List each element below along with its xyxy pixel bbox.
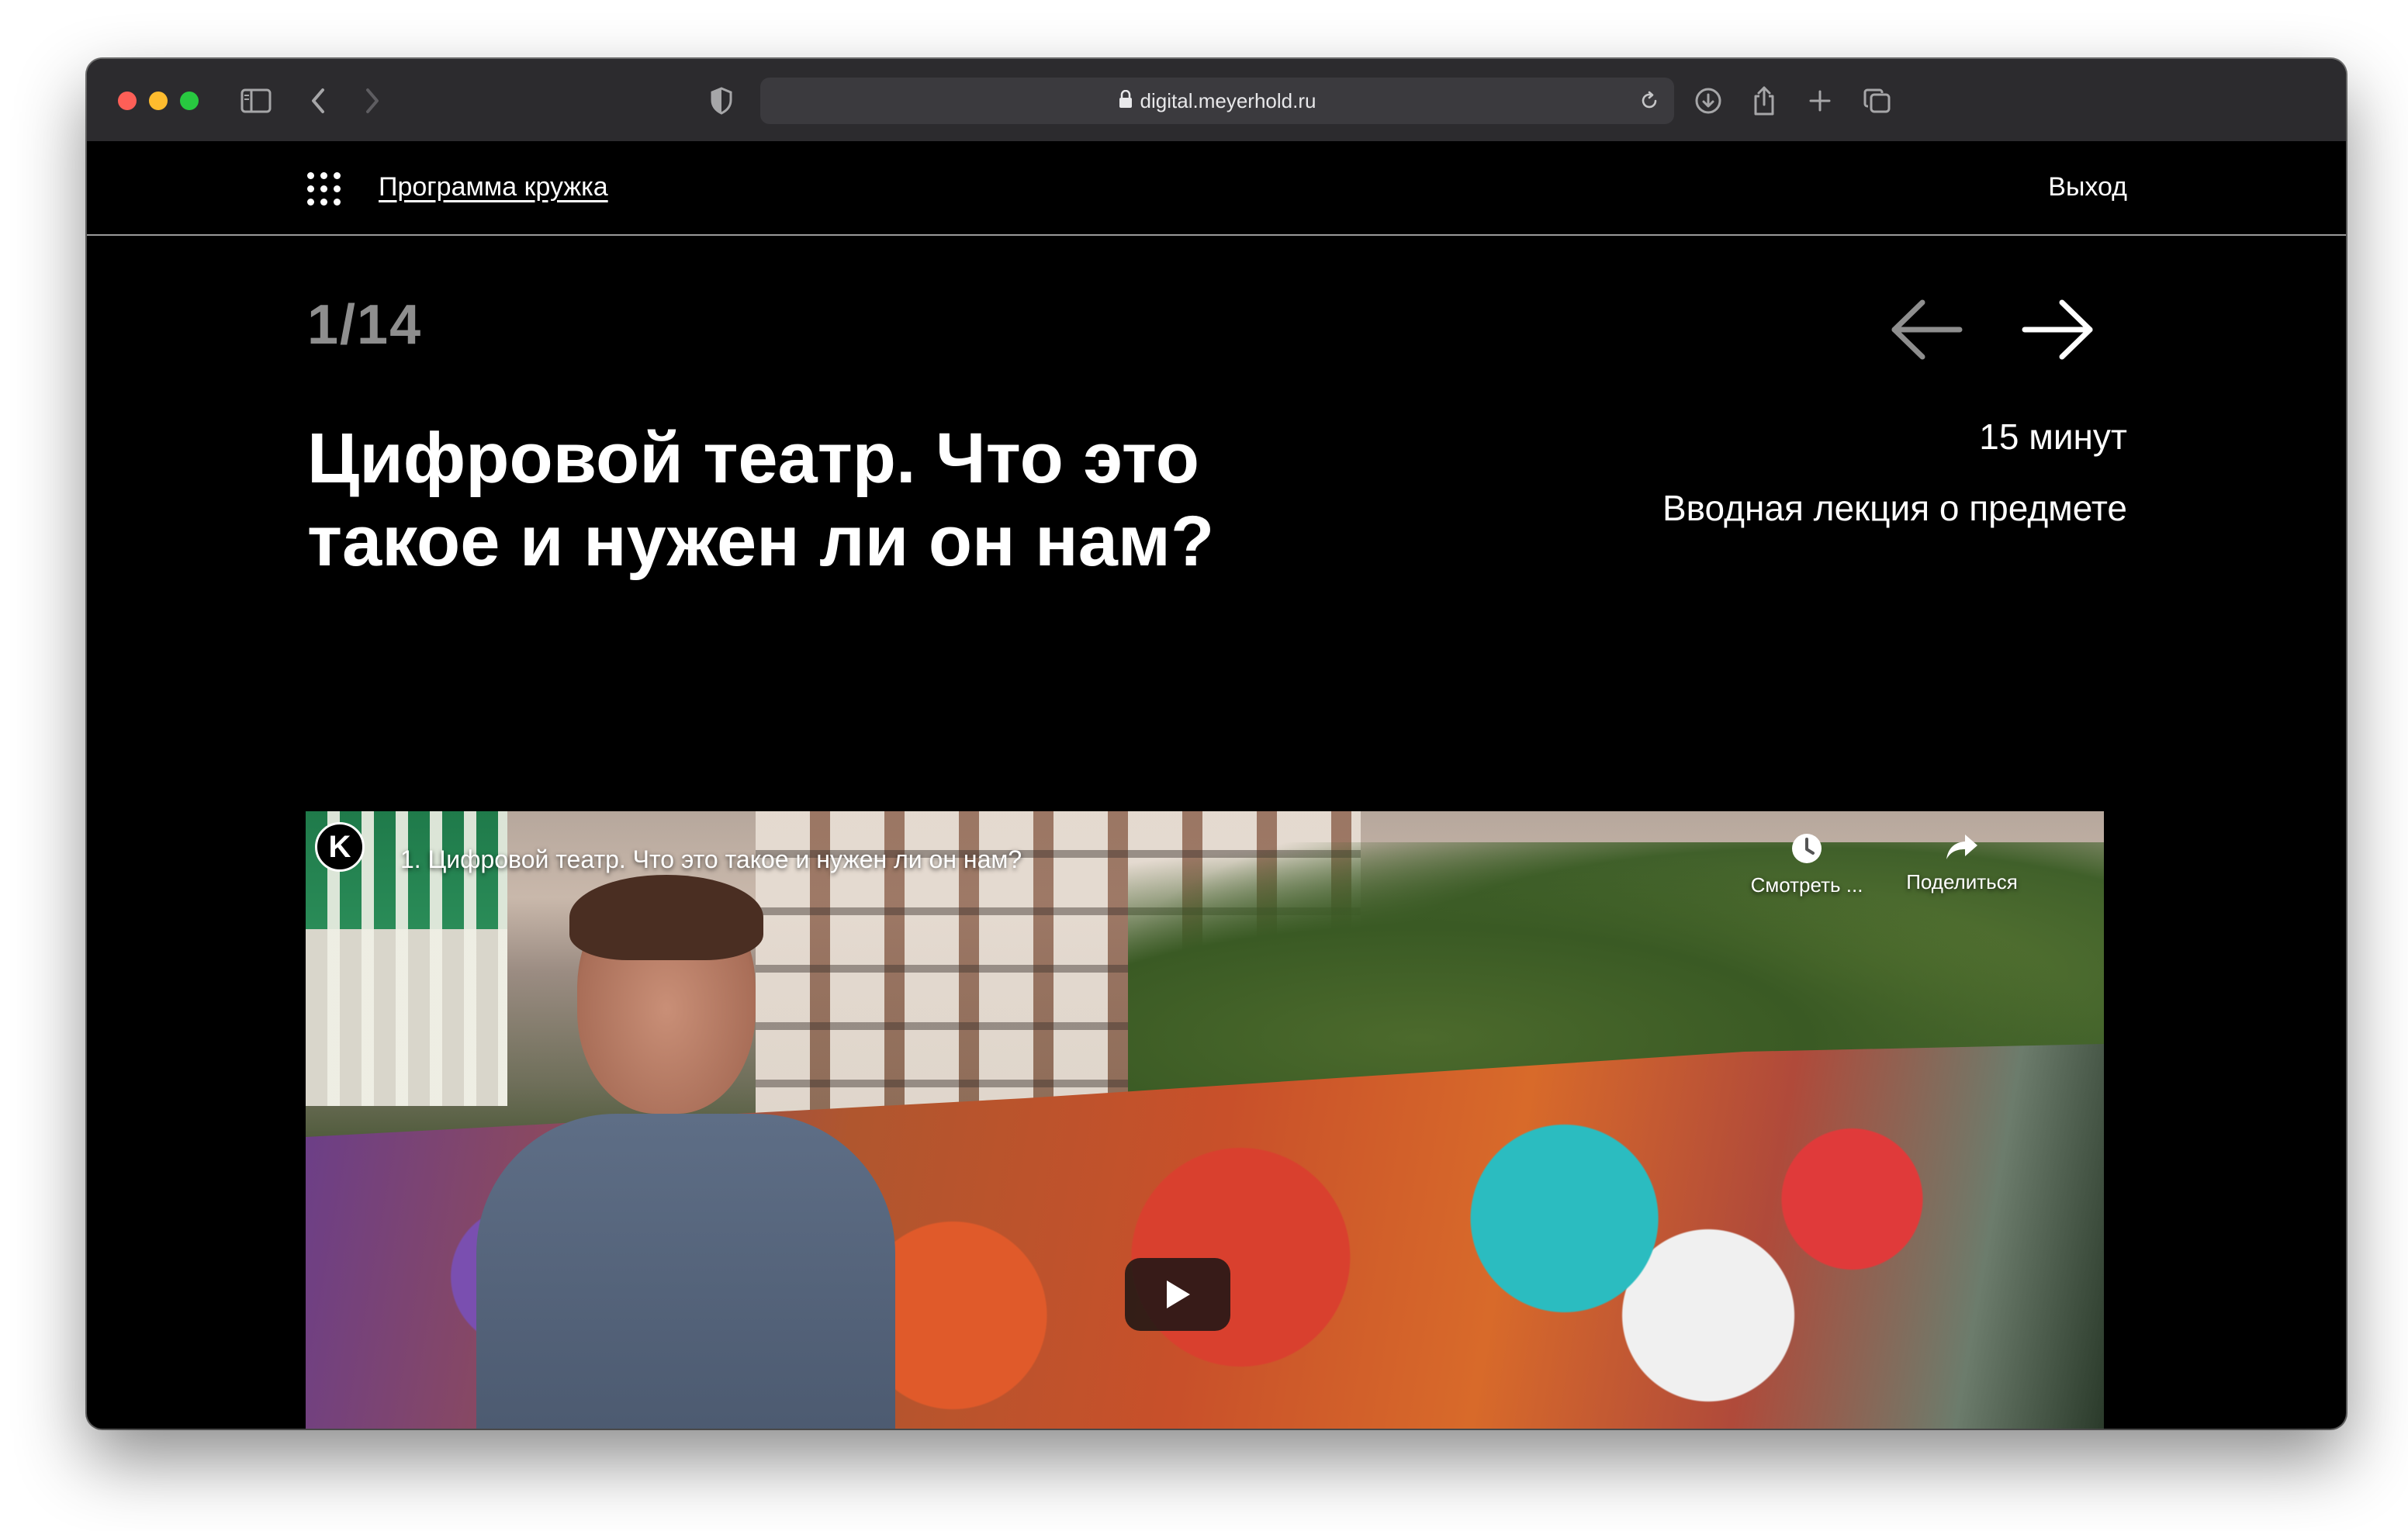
play-icon bbox=[1167, 1280, 1190, 1308]
program-link[interactable]: Программа кружка bbox=[379, 172, 608, 202]
channel-avatar[interactable]: K bbox=[315, 822, 365, 872]
browser-window: digital.meyerhold.ru Программа кружка Вы… bbox=[87, 59, 2346, 1429]
shield-icon[interactable] bbox=[704, 84, 739, 118]
arrow-left-icon bbox=[1891, 299, 1963, 360]
lesson-description: Вводная лекция о предмете bbox=[1662, 488, 2127, 528]
video-title[interactable]: 1. Цифровой театр. Что это такое и нужен… bbox=[400, 845, 1022, 874]
share-label: Поделиться bbox=[1906, 870, 2018, 893]
forward-icon[interactable] bbox=[355, 84, 389, 118]
previous-lesson-button[interactable] bbox=[1888, 295, 1966, 365]
minimize-window-button[interactable] bbox=[149, 92, 168, 110]
site-header: Программа кружка Выход bbox=[87, 141, 2346, 236]
apps-grid-icon[interactable] bbox=[307, 172, 341, 206]
share-icon[interactable] bbox=[1747, 84, 1781, 118]
watch-later-label: Смотреть ... bbox=[1750, 873, 1863, 897]
back-icon[interactable] bbox=[301, 84, 335, 118]
clock-icon bbox=[1792, 834, 1822, 863]
next-lesson-button[interactable] bbox=[2019, 295, 2096, 365]
arrow-right-icon bbox=[2022, 299, 2093, 360]
lesson-title: Цифровой театр. Что это такое и нужен ли… bbox=[307, 419, 1215, 581]
zoom-window-button[interactable] bbox=[180, 92, 199, 110]
logout-link[interactable]: Выход bbox=[2048, 172, 2127, 202]
play-button[interactable] bbox=[1125, 1258, 1230, 1331]
reload-icon[interactable] bbox=[1635, 87, 1663, 115]
lesson-duration: 15 минут bbox=[1979, 416, 2127, 457]
browser-toolbar: digital.meyerhold.ru bbox=[87, 59, 2346, 143]
video-frame-speaker bbox=[476, 875, 895, 1429]
watch-later-button[interactable]: Смотреть ... bbox=[1741, 831, 1873, 897]
share-video-button[interactable]: Поделиться bbox=[1896, 831, 2028, 894]
url-text: digital.meyerhold.ru bbox=[1140, 88, 1316, 112]
address-bar[interactable]: digital.meyerhold.ru bbox=[760, 78, 1674, 124]
tabs-icon[interactable] bbox=[1860, 84, 1894, 118]
new-tab-icon[interactable] bbox=[1803, 84, 1837, 118]
close-window-button[interactable] bbox=[118, 92, 137, 110]
lock-icon bbox=[1119, 89, 1133, 112]
video-player[interactable]: K 1. Цифровой театр. Что это такое и нуж… bbox=[306, 811, 2104, 1429]
share-arrow-icon bbox=[1946, 835, 1977, 859]
download-icon[interactable] bbox=[1691, 84, 1725, 118]
lesson-counter: 1/14 bbox=[307, 294, 423, 356]
sidebar-icon[interactable] bbox=[239, 84, 273, 118]
